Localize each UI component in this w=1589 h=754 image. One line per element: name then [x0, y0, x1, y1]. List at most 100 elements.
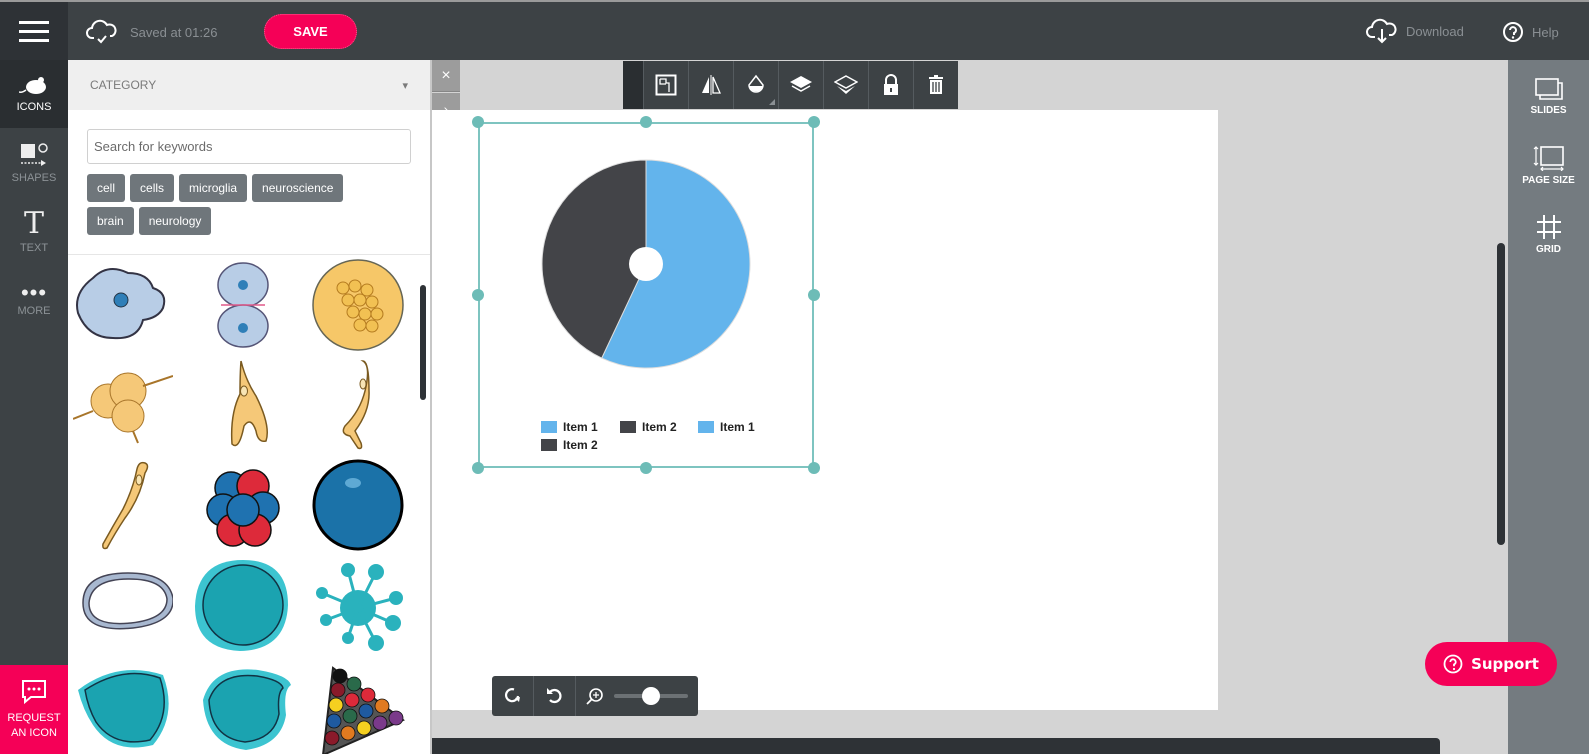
object-toolbar — [623, 61, 958, 109]
tag[interactable]: cell — [87, 174, 126, 202]
nav-page-size-label: PAGE SIZE — [1522, 174, 1575, 186]
atomic-nucleus-icon[interactable] — [193, 458, 293, 553]
request-icon-button[interactable]: REQUEST AN ICON — [0, 665, 68, 754]
zoom-slider-thumb[interactable] — [642, 687, 660, 705]
pie-chart[interactable] — [536, 154, 756, 374]
resize-handle-bottom[interactable] — [640, 462, 652, 474]
dividing-cell-icon[interactable] — [193, 258, 293, 353]
tag[interactable]: cells — [130, 174, 175, 202]
toolbar-drag-handle[interactable] — [623, 61, 643, 109]
microglia-cell-icon[interactable] — [73, 356, 173, 451]
help-icon — [1503, 22, 1523, 42]
teal-irregular-cell-icon[interactable] — [193, 660, 293, 754]
donut-hole — [629, 247, 663, 281]
download-label: Download — [1406, 23, 1464, 39]
resize-handle-top[interactable] — [640, 116, 652, 128]
chevron-down-icon: ▾ — [402, 79, 408, 92]
branched-cell-icon[interactable] — [193, 356, 293, 451]
lock-button[interactable] — [868, 61, 913, 109]
nav-grid-label: GRID — [1536, 243, 1561, 255]
nav-icons-label: ICONS — [16, 101, 52, 113]
ring-cell-icon[interactable] — [73, 558, 173, 653]
blue-sphere-icon[interactable] — [308, 458, 408, 553]
resize-handle-top-left[interactable] — [472, 116, 484, 128]
tag[interactable]: neurology — [138, 207, 212, 235]
zoom-control — [576, 687, 688, 705]
resize-handle-bottom-right[interactable] — [808, 462, 820, 474]
opacity-icon — [748, 74, 764, 93]
flip-button[interactable] — [688, 61, 733, 109]
legend-item: Item 2 — [541, 438, 598, 452]
legend-item: Item 1 — [541, 420, 598, 434]
nav-grid[interactable]: GRID — [1508, 200, 1589, 268]
nav-text-label: TEXT — [19, 242, 49, 254]
zoom-slider[interactable] — [614, 687, 688, 705]
hamburger-icon — [19, 18, 49, 45]
teal-round-cell-icon[interactable] — [193, 558, 293, 653]
undo-button[interactable] — [534, 676, 576, 716]
more-icon: ••• — [20, 280, 48, 305]
nav-shapes[interactable]: SHAPES — [0, 129, 68, 197]
opacity-button[interactable] — [733, 61, 778, 109]
close-icon: × — [441, 66, 451, 84]
panel-scrollbar[interactable] — [420, 285, 426, 400]
resize-handle-bottom-left[interactable] — [472, 462, 484, 474]
bottom-toolbar — [492, 676, 698, 716]
send-backward-button[interactable] — [823, 61, 868, 109]
nav-text[interactable]: T TEXT — [0, 198, 68, 266]
resize-handle-top-right[interactable] — [808, 116, 820, 128]
bent-cell-icon[interactable] — [308, 356, 408, 451]
arrange-button[interactable] — [643, 61, 688, 109]
amoeboid-cell-icon[interactable] — [73, 258, 173, 353]
bring-forward-icon — [790, 76, 812, 92]
resize-handle-right[interactable] — [808, 289, 820, 301]
legend-item: Item 1 — [698, 420, 755, 434]
close-panel-button[interactable]: × — [432, 60, 460, 92]
redo-button[interactable] — [492, 676, 534, 716]
icon-grid — [68, 258, 418, 754]
nav-more[interactable]: ••• MORE — [0, 267, 68, 335]
legend-swatch — [620, 421, 636, 433]
vertical-scrollbar[interactable] — [1497, 243, 1505, 545]
left-nav: ICONS SHAPES T TEXT ••• MORE REQUEST AN … — [0, 60, 68, 754]
teal-drop-cell-icon[interactable] — [73, 660, 173, 754]
tag[interactable]: brain — [87, 207, 134, 235]
chat-bubble-icon — [22, 679, 46, 704]
nav-icons[interactable]: ICONS — [0, 60, 68, 128]
arrange-icon — [655, 74, 677, 96]
nav-slides[interactable]: SLIDES — [1508, 62, 1589, 130]
horizontal-scrollbar[interactable] — [432, 738, 1440, 754]
slides-icon — [1534, 77, 1563, 100]
nav-more-label: MORE — [17, 305, 51, 317]
undo-icon — [546, 688, 561, 704]
hamburger-menu-button[interactable] — [0, 2, 68, 60]
support-button[interactable]: Support — [1425, 642, 1557, 686]
trash-icon — [929, 75, 943, 94]
zoom-in-icon — [586, 688, 603, 705]
redo-icon — [504, 688, 520, 703]
help-button[interactable]: Help — [1502, 21, 1559, 43]
legend-swatch — [698, 421, 714, 433]
grid-icon — [1536, 214, 1561, 239]
nav-page-size[interactable]: PAGE SIZE — [1508, 131, 1589, 199]
save-button[interactable]: SAVE — [264, 14, 357, 49]
category-dropdown[interactable]: CATEGORY ▾ — [68, 60, 430, 110]
help-icon — [1443, 654, 1463, 674]
elongated-cell-icon[interactable] — [73, 458, 173, 553]
search-input[interactable] — [87, 129, 411, 164]
tag[interactable]: neuroscience — [252, 174, 344, 202]
panel-divider — [68, 254, 430, 255]
bring-forward-button[interactable] — [778, 61, 823, 109]
download-button[interactable]: Download — [1366, 17, 1464, 45]
tag[interactable]: microglia — [179, 174, 248, 202]
resize-handle-left[interactable] — [472, 289, 484, 301]
nav-slides-label: SLIDES — [1530, 104, 1567, 116]
nav-shapes-label: SHAPES — [11, 172, 57, 184]
budding-cell-icon[interactable] — [308, 558, 408, 653]
help-label: Help — [1532, 24, 1559, 40]
keyword-tags: cell cells microglia neuroscience brain … — [87, 174, 387, 235]
fat-cell-cluster-icon[interactable] — [308, 258, 408, 353]
delete-button[interactable] — [913, 61, 958, 109]
saved-text: Saved at 01:26 — [130, 24, 218, 40]
billiard-balls-rack-icon[interactable] — [308, 660, 408, 754]
